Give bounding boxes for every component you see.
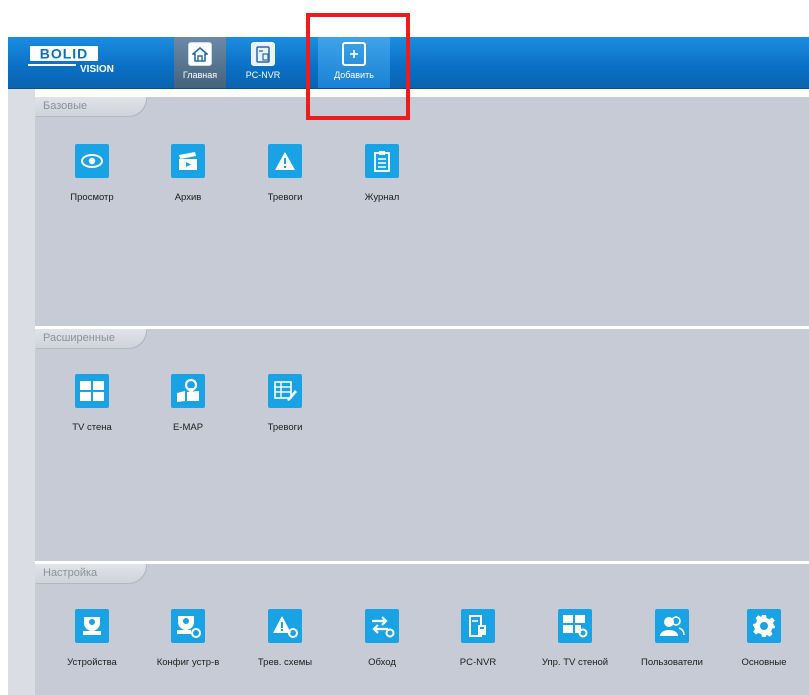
tile-tv-wall[interactable]: TV стена <box>47 374 137 433</box>
arrows-gear-icon <box>365 609 399 643</box>
server-icon <box>251 42 275 66</box>
bolid-vision-logo: BOLID VISION <box>28 43 138 83</box>
tile-users[interactable]: Пользователи <box>627 609 717 668</box>
tile-view-label: Просмотр <box>70 192 114 203</box>
tile-tv-wall-control[interactable]: Упр. TV стеной <box>530 609 620 668</box>
tile-journal[interactable]: Журнал <box>337 144 427 203</box>
camera-gear-icon <box>171 609 205 643</box>
tile-alarms-label: Тревоги <box>267 192 303 203</box>
eye-icon <box>75 144 109 178</box>
plus-icon <box>342 42 366 66</box>
grid-gear-icon <box>558 609 592 643</box>
tile-alarm-schemes-label: Трев. схемы <box>257 657 313 668</box>
tile-view[interactable]: Просмотр <box>47 144 137 203</box>
tile-pc-nvr[interactable]: PC-NVR <box>433 609 523 668</box>
warning-icon <box>268 144 302 178</box>
gear-icon <box>747 609 781 643</box>
tab-pc-nvr-label: PC-NVR <box>245 70 281 80</box>
tile-device-config-label: Конфиг устр-в <box>156 657 220 668</box>
tab-home[interactable]: Главная <box>174 37 226 88</box>
tile-archive-label: Архив <box>174 192 202 203</box>
tile-device-config[interactable]: Конфиг устр-в <box>143 609 233 668</box>
section-settings-title: Настройка <box>43 567 98 579</box>
section-basic-title: Базовые <box>43 100 88 112</box>
server-icon <box>461 609 495 643</box>
section-settings-header: Настройка <box>35 564 146 583</box>
tile-archive[interactable]: Архив <box>143 144 233 203</box>
svg-text:VISION: VISION <box>80 64 114 75</box>
tile-pc-nvr-label: PC-NVR <box>459 657 497 668</box>
tile-alarms[interactable]: Тревоги <box>240 144 330 203</box>
tile-alarm-schemes[interactable]: Трев. схемы <box>240 609 330 668</box>
tab-add-label: Добавить <box>334 70 374 80</box>
tile-devices[interactable]: Устройства <box>47 609 137 668</box>
tile-tv-wall-control-label: Упр. TV стеной <box>541 657 609 668</box>
tile-alarm-table-label: Тревоги <box>267 422 303 433</box>
tile-tv-wall-label: TV стена <box>72 422 112 433</box>
section-extended-header: Расширенные <box>35 329 146 348</box>
section-extended-title: Расширенные <box>43 332 115 344</box>
tab-home-label: Главная <box>182 70 218 80</box>
tile-devices-label: Устройства <box>67 657 117 668</box>
tile-emap-label: E-MAP <box>172 422 204 433</box>
left-gutter <box>8 89 35 695</box>
tile-patrol[interactable]: Обход <box>337 609 427 668</box>
tile-general-label: Основные <box>741 657 787 668</box>
map-pin-icon <box>171 374 205 408</box>
tab-pc-nvr[interactable]: PC-NVR <box>240 37 286 88</box>
tile-journal-label: Журнал <box>364 192 400 203</box>
top-navigation-bar: BOLID VISION Главная PC-NVR Добавить <box>8 37 809 89</box>
tile-patrol-label: Обход <box>368 657 396 668</box>
section-basic: Базовые Просмотр Архив Тревоги Журнал <box>35 97 809 326</box>
clapperboard-icon <box>171 144 205 178</box>
clipboard-icon <box>365 144 399 178</box>
tile-general[interactable]: Основные <box>719 609 809 668</box>
grid-icon <box>75 374 109 408</box>
users-icon <box>655 609 689 643</box>
table-edit-icon <box>268 374 302 408</box>
section-extended: Расширенные TV стена E-MAP Тревоги <box>35 329 809 561</box>
warning-gear-icon <box>268 609 302 643</box>
home-icon <box>188 42 212 66</box>
tile-users-label: Пользователи <box>640 657 703 668</box>
camera-icon <box>75 609 109 643</box>
section-basic-header: Базовые <box>35 97 146 116</box>
tab-add[interactable]: Добавить <box>318 37 390 88</box>
tile-alarm-table[interactable]: Тревоги <box>240 374 330 433</box>
section-settings: Настройка Устройства Конфиг устр-в Трев.… <box>35 564 809 695</box>
svg-text:BOLID: BOLID <box>40 46 89 62</box>
tile-emap[interactable]: E-MAP <box>143 374 233 433</box>
